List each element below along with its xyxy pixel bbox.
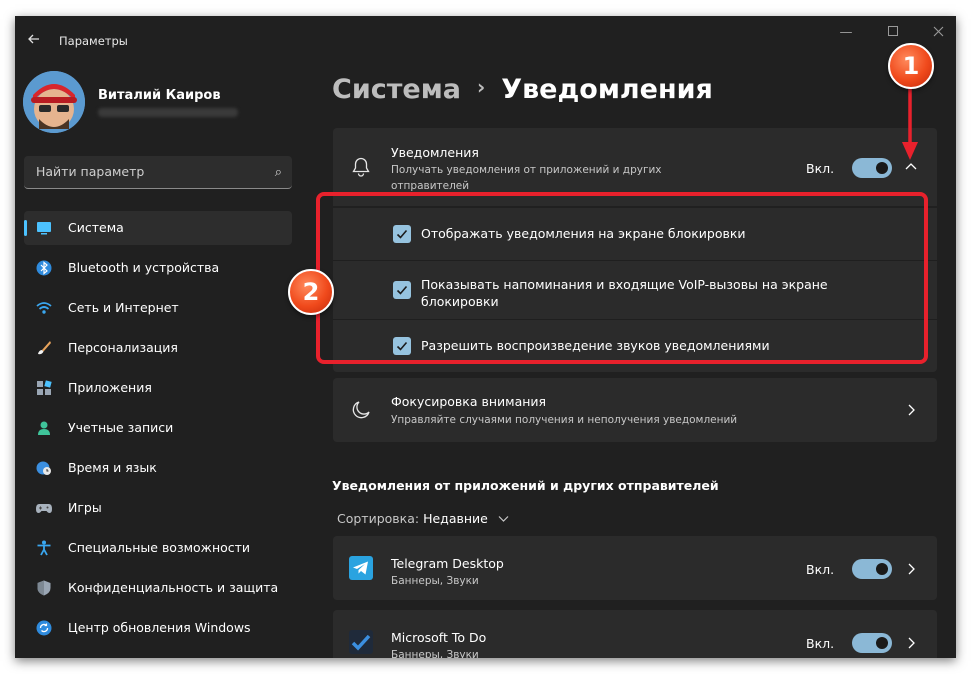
app-toggle-label: Вкл. [806,636,835,651]
page-title: Уведомления [501,74,713,105]
chevron-right-icon [908,637,915,649]
maximize-button[interactable] [883,26,903,40]
chevron-right-icon [908,563,915,575]
todo-icon [349,630,373,654]
back-button[interactable] [23,28,45,50]
app-toggle-label: Вкл. [806,562,835,577]
chevron-down-icon [498,516,509,522]
todo-toggle[interactable] [852,633,892,653]
chevron-right-icon [908,404,915,416]
notifications-toggle-label: Вкл. [806,161,835,176]
sidebar-item-label: Время и язык [68,460,157,475]
focus-assist-card[interactable]: Фокусировка внимания Управляйте случаями… [333,378,937,442]
brush-icon [38,341,51,355]
minimize-icon: — [839,25,853,40]
search-box[interactable]: ⌕ [24,156,292,189]
focus-assist-title: Фокусировка внимания [391,394,547,409]
bell-icon [352,157,370,177]
sidebar-item-label: Система [68,220,124,235]
maximize-icon [888,26,898,36]
sidebar-item-label: Bluetooth и устройства [68,260,220,275]
sidebar-item-bluetooth[interactable]: Bluetooth и устройства [24,251,292,285]
annotation-arrow [902,88,918,160]
avatar-picture [23,71,85,133]
user-email-blurred [98,108,238,117]
sidebar-item-time-language[interactable]: Время и язык [24,451,292,485]
app-name: Telegram Desktop [391,556,504,571]
sidebar-item-label: Персонализация [68,340,178,355]
apps-icon [37,380,52,395]
bluetooth-icon [36,260,52,276]
annotation-marker-1: 1 [888,43,934,89]
sidebar-item-label: Специальные возможности [68,540,251,555]
close-button[interactable] [928,26,948,40]
sidebar-item-windows-update[interactable]: Центр обновления Windows [24,611,292,645]
sidebar-item-system[interactable]: Система [24,211,292,245]
title-bar: Параметры — [15,16,956,64]
gamepad-icon [36,504,52,513]
app-detail: Баннеры, Звуки [391,575,479,587]
sidebar-item-accessibility[interactable]: Специальные возможности [24,531,292,565]
section-title-senders: Уведомления от приложений и других отпра… [332,478,719,493]
notifications-toggle[interactable] [852,158,892,178]
globe-clock-icon [36,461,51,475]
minimize-button[interactable]: — [836,26,856,40]
sort-control[interactable]: Сортировка: Недавние [337,511,509,526]
toggle-knob [876,637,888,649]
app-row-telegram[interactable]: Telegram Desktop Баннеры, Звуки Вкл. [333,536,937,600]
search-input[interactable] [34,163,258,180]
sidebar-nav: Система Bluetooth и устройства Сеть и Ин… [24,211,292,651]
user-name: Виталий Каиров [98,88,221,103]
telegram-icon [349,556,373,580]
chevron-up-icon[interactable] [905,162,917,172]
sidebar-item-privacy[interactable]: Конфиденциальность и защита [24,571,292,605]
sidebar-item-network[interactable]: Сеть и Интернет [24,291,292,325]
accessibility-icon [37,540,51,556]
app-row-microsoft-todo[interactable]: Microsoft To Do Баннеры, Звуки Вкл. [333,610,937,658]
monitor-icon [37,222,51,235]
notifications-description: Получать уведомления от приложений и дру… [391,164,662,192]
arrow-left-icon [28,34,39,44]
focus-assist-description: Управляйте случаями получения и неполуче… [391,414,738,426]
sort-label: Сортировка: [337,511,420,526]
annotation-marker-2: 2 [288,269,334,315]
breadcrumb-separator: › [477,75,486,99]
sort-value[interactable]: Недавние [423,511,488,526]
sidebar-item-gaming[interactable]: Игры [24,491,292,525]
toggle-knob [876,563,888,575]
moon-icon [352,401,370,419]
wifi-icon [36,302,52,314]
sidebar-item-label: Учетные записи [68,420,174,435]
app-detail: Баннеры, Звуки [391,649,479,658]
close-icon [933,26,943,37]
person-icon [38,421,50,435]
breadcrumb: Система › Уведомления [332,74,713,105]
update-icon [36,620,52,636]
search-icon: ⌕ [274,165,282,180]
telegram-toggle[interactable] [852,559,892,579]
sidebar-item-label: Игры [68,500,102,515]
window-title: Параметры [59,34,128,48]
breadcrumb-parent[interactable]: Система [332,74,461,105]
sidebar-item-label: Конфиденциальность и защита [68,580,279,595]
sidebar-item-accounts[interactable]: Учетные записи [24,411,292,445]
shield-icon [37,580,51,596]
sidebar-item-label: Центр обновления Windows [68,620,251,635]
sidebar-item-label: Сеть и Интернет [68,300,179,315]
sidebar-item-apps[interactable]: Приложения [24,371,292,405]
sidebar-item-label: Приложения [68,380,152,395]
toggle-knob [876,162,888,174]
avatar[interactable] [23,71,85,133]
highlight-frame [316,192,928,364]
app-name: Microsoft To Do [391,630,487,645]
sidebar-item-personalization[interactable]: Персонализация [24,331,292,365]
notifications-title: Уведомления [391,145,479,160]
